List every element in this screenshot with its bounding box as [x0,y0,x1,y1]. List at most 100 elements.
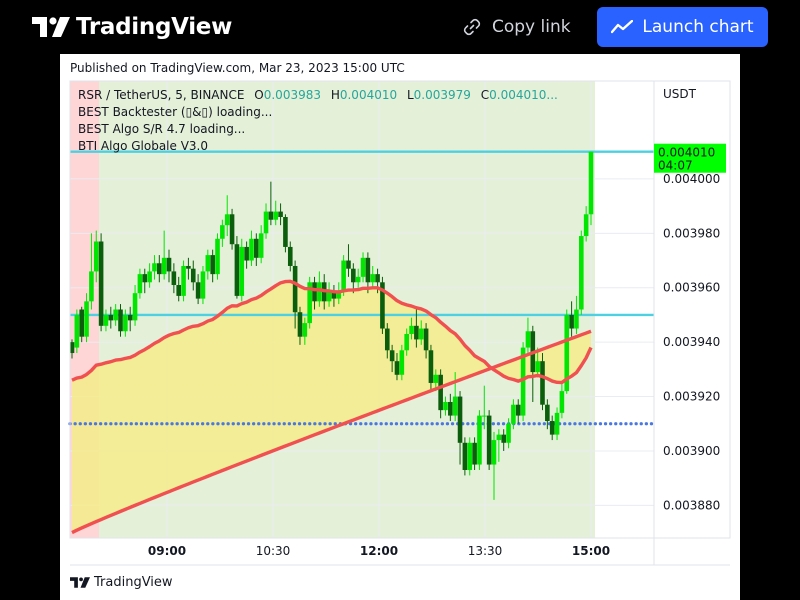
brand[interactable]: TradingView [32,10,232,44]
last-price-value: 0.004010 [658,146,715,160]
high-value: 0.004010 [339,88,398,102]
footer-brand[interactable]: TradingView [70,575,173,590]
y-tick-label: 0.004000 [663,172,720,186]
candle-body [127,314,133,321]
candle-body [137,274,143,294]
y-tick-label: 0.003880 [663,498,720,512]
x-tick-label: 09:00 [148,544,186,558]
candle-body [273,211,279,220]
candle[interactable] [229,208,235,250]
bar-countdown: 04:07 [658,159,693,173]
candle-body [540,361,545,405]
candle-body [229,214,235,245]
tradingview-logo-icon [32,17,70,37]
candle-body [360,257,366,277]
candle-body [554,412,560,435]
candle[interactable] [486,410,492,470]
candle-body [74,314,80,348]
candle[interactable] [215,233,220,280]
candle-body [287,246,293,266]
candle-body [457,396,463,443]
candle-body [142,274,148,283]
candle-body [545,404,550,422]
candle-body [428,350,434,383]
y-tick-label: 0.003920 [663,390,720,404]
candle-body [234,244,240,296]
candle-body [254,238,259,258]
copy-link-button[interactable]: Copy link [462,12,571,42]
candle[interactable] [477,410,482,470]
candle-body [569,314,574,329]
candle-body [462,442,468,470]
candle-body [147,271,152,283]
candle-body [79,309,85,337]
candle-body [515,404,521,416]
candle-body [239,246,245,296]
candle[interactable] [74,309,80,354]
x-tick-label: 12:00 [360,544,398,558]
candle-body [477,415,482,465]
candle-body [496,434,502,441]
indicator-row[interactable]: BEST Backtester (▯&▯) loading... [78,104,558,121]
candle[interactable] [467,437,473,476]
candle-body [268,211,274,220]
candle-body [176,285,182,296]
candle-body [283,217,288,247]
candle-body [181,265,186,296]
candle-body [355,276,361,283]
open-key: O [254,88,264,102]
candle-body [409,325,414,334]
candle[interactable] [200,265,206,305]
chart-line-icon [611,20,634,34]
candle-body [399,350,405,375]
candle-body [365,257,371,283]
candle-body [384,328,390,351]
high-key: H [330,88,340,102]
candle-body [157,263,162,275]
candle-body [525,331,531,348]
candle-body [535,361,540,373]
candle-body [263,211,269,234]
symbol-label[interactable]: RSR / TetherUS, 5, BINANCE [78,88,244,102]
candle[interactable] [307,276,312,329]
candle-body [210,255,215,275]
candle[interactable] [239,238,245,302]
candle-body [161,257,167,275]
currency-label: USDT [663,87,697,101]
candle-body [423,328,429,351]
candle-body [414,325,419,340]
low-key: L [406,88,414,102]
candle-body [186,265,191,269]
candle-body [152,263,157,272]
candle-body [205,255,211,272]
candle-body [506,423,511,443]
candle[interactable] [181,260,186,302]
launch-chart-button[interactable]: Launch chart [597,7,768,47]
candle-body [98,241,104,326]
candle-body [132,293,138,321]
candle-body [588,151,594,215]
candle-body [351,268,356,283]
candle-body [346,260,351,269]
candle-body [433,374,439,383]
candle-body [108,314,114,321]
candle[interactable] [98,233,104,332]
candle-body [166,257,172,272]
indicator-row[interactable]: BTI Algo Globale V3.0 [78,138,558,155]
candle-body [123,314,128,332]
candle-body [583,214,589,237]
indicator-row[interactable]: BEST Algo S/R 4.7 loading... [78,121,558,138]
candle[interactable] [462,437,468,476]
candle[interactable] [380,276,385,334]
candle[interactable] [283,214,288,253]
candle-body [404,333,409,351]
candle-body [292,265,298,313]
candle-body [501,434,506,443]
candle-body [438,374,443,411]
candle[interactable] [578,230,584,315]
candle[interactable] [234,236,240,299]
candle[interactable] [588,151,594,226]
candle[interactable] [540,353,545,411]
candle-body [103,314,109,326]
top-bar: TradingView Copy link Launch chart [0,0,800,54]
